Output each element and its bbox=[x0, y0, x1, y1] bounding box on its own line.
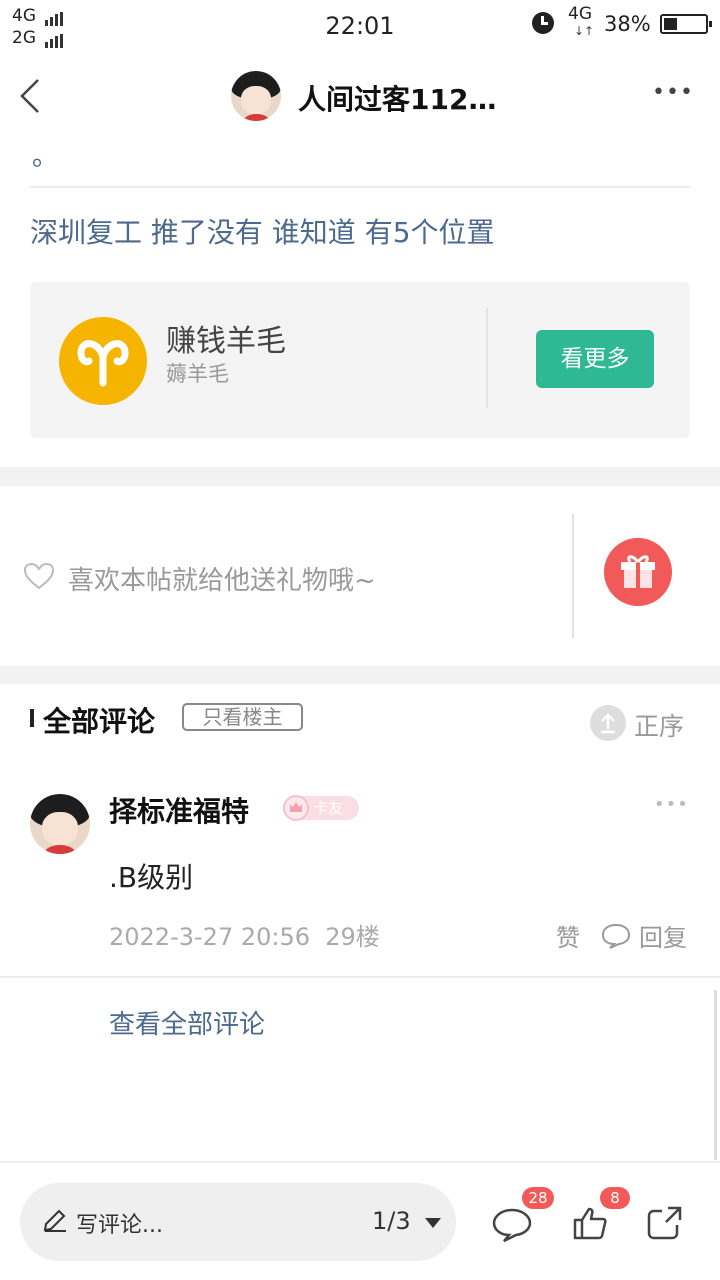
comment-divider bbox=[0, 976, 720, 978]
post-tail-text: 。 bbox=[32, 142, 59, 172]
circle-card[interactable]: 赚钱羊毛 薅羊毛 看更多 bbox=[30, 282, 690, 438]
battery-percent: 38% bbox=[604, 12, 651, 36]
caret-down-icon[interactable] bbox=[424, 1217, 442, 1229]
write-comment-placeholder: 写评论... bbox=[76, 1213, 163, 1238]
user-badge-label: 卡友 bbox=[313, 799, 344, 817]
section-gap bbox=[0, 666, 720, 684]
chevron-left-icon bbox=[20, 79, 39, 113]
comments-title: 全部评论 bbox=[43, 705, 156, 738]
back-button[interactable] bbox=[18, 78, 44, 114]
page-indicator[interactable]: 1/3 bbox=[372, 1207, 411, 1235]
aries-icon bbox=[59, 317, 147, 405]
reply-comment-button[interactable]: 回复 bbox=[639, 918, 687, 953]
reply-bubble-icon[interactable] bbox=[601, 922, 631, 950]
gift-icon bbox=[621, 555, 655, 588]
gift-prompt-text: 喜欢本帖就给他送礼物哦~ bbox=[68, 566, 376, 596]
view-all-comments-link[interactable]: 查看全部评论 bbox=[109, 1004, 265, 1041]
comment-icon[interactable] bbox=[492, 1207, 532, 1243]
send-gift-button[interactable] bbox=[604, 538, 672, 606]
status-bar: 4G 2G 22:01 4G ↓↑ 38% bbox=[0, 0, 720, 50]
comment-text: .B级别 bbox=[109, 861, 194, 894]
only-author-filter[interactable]: 只看楼主 bbox=[182, 703, 303, 731]
like-comment-button[interactable]: 赞 bbox=[556, 918, 580, 953]
comment-count-badge: 28 bbox=[522, 1187, 554, 1209]
see-more-button[interactable]: 看更多 bbox=[536, 330, 654, 388]
like-count-badge: 8 bbox=[600, 1187, 630, 1209]
card-divider bbox=[486, 308, 488, 408]
page-title: 人间过客112… bbox=[298, 83, 497, 116]
gift-row: 喜欢本帖就给他送礼物哦~ bbox=[0, 486, 720, 666]
thumbs-up-icon[interactable] bbox=[572, 1205, 608, 1241]
section-marker bbox=[30, 709, 34, 727]
comment-meta: 2022-3-27 20:56 29楼 bbox=[109, 923, 380, 951]
author-avatar[interactable] bbox=[231, 71, 281, 121]
circle-subtitle: 薅羊毛 bbox=[166, 362, 229, 386]
bottom-bar: 写评论... 1/3 28 8 bbox=[0, 1161, 720, 1280]
comment-more-button[interactable]: ••• bbox=[654, 794, 689, 815]
more-options-button[interactable]: ••• bbox=[652, 80, 694, 105]
scrollbar[interactable] bbox=[714, 990, 717, 1160]
post-body-text: 深圳复工 推了没有 谁知道 有5个位置 bbox=[30, 216, 495, 249]
section-gap bbox=[0, 467, 720, 486]
sort-icon[interactable] bbox=[590, 705, 626, 741]
crown-icon bbox=[283, 795, 309, 821]
heart-icon bbox=[23, 562, 55, 590]
alarm-icon bbox=[532, 12, 554, 34]
top-nav: 人间过客112… ••• bbox=[0, 62, 720, 132]
share-icon[interactable] bbox=[646, 1205, 684, 1241]
commenter-name[interactable]: 择标准福特 bbox=[109, 790, 249, 830]
user-badge: 卡友 bbox=[283, 795, 359, 821]
comment-item: 择标准福特 卡友 ••• .B级别 2022-3-27 20:56 29楼 赞 … bbox=[0, 780, 720, 976]
pencil-icon bbox=[43, 1209, 66, 1232]
network-right-label: 4G bbox=[568, 4, 592, 24]
write-comment-input[interactable]: 写评论... 1/3 bbox=[20, 1183, 456, 1261]
battery-icon bbox=[660, 14, 712, 34]
data-arrows-icon: ↓↑ bbox=[574, 24, 595, 38]
sort-order-button[interactable]: 正序 bbox=[634, 707, 684, 743]
gift-divider bbox=[572, 514, 574, 638]
commenter-avatar[interactable] bbox=[30, 794, 90, 854]
circle-name: 赚钱羊毛 bbox=[166, 324, 286, 359]
content-divider bbox=[30, 186, 690, 188]
